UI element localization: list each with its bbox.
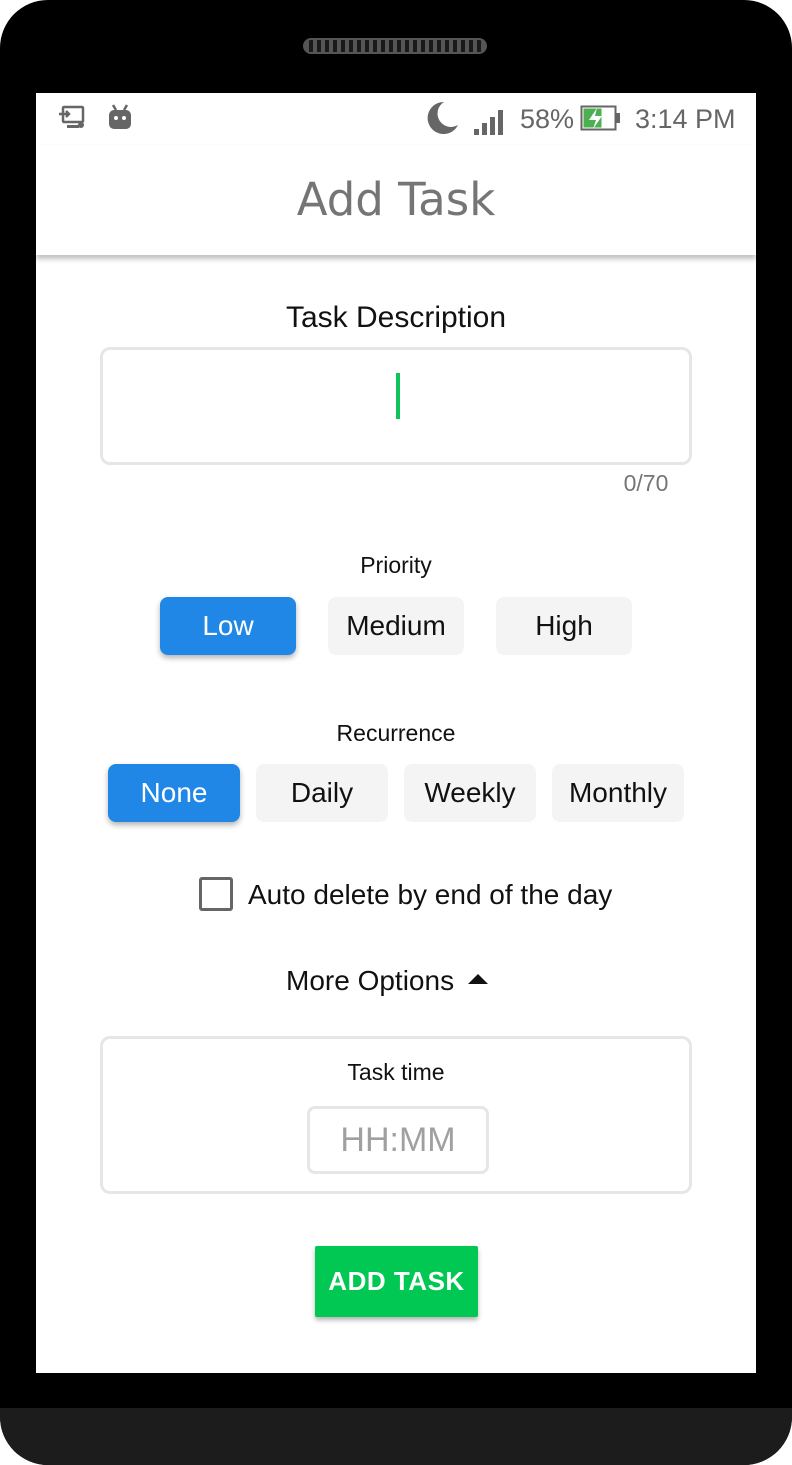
android-debug-icon xyxy=(107,103,133,138)
recurrence-weekly-button[interactable]: Weekly xyxy=(404,764,536,822)
text-cursor xyxy=(396,373,400,419)
task-time-panel: Task time xyxy=(100,1036,692,1194)
auto-delete-checkbox[interactable] xyxy=(199,877,233,911)
phone-frame: 58% 3:14 PM Add Task Task Description 0/… xyxy=(0,0,792,1465)
recurrence-daily-button[interactable]: Daily xyxy=(256,764,388,822)
battery-charging-icon xyxy=(580,104,622,139)
priority-label: Priority xyxy=(360,552,432,578)
task-time-input[interactable] xyxy=(307,1106,489,1174)
priority-medium-button[interactable]: Medium xyxy=(328,597,464,655)
auto-delete-label[interactable]: Auto delete by end of the day xyxy=(248,877,612,913)
page-title: Add Task xyxy=(296,173,496,226)
phone-speaker xyxy=(303,38,487,54)
app-bar: Add Task xyxy=(36,145,756,255)
caret-up-icon xyxy=(468,974,489,984)
task-time-label: Task time xyxy=(347,1059,445,1085)
recurrence-none-button[interactable]: None xyxy=(108,764,240,822)
recurrence-label: Recurrence xyxy=(336,720,456,746)
add-task-button[interactable]: ADD TASK xyxy=(315,1246,478,1317)
screen-cast-icon xyxy=(58,103,86,138)
priority-high-button[interactable]: High xyxy=(496,597,632,655)
recurrence-monthly-button[interactable]: Monthly xyxy=(552,764,684,822)
signal-icon xyxy=(472,103,510,144)
battery-percent: 58% xyxy=(520,104,575,134)
task-description-label: Task Description xyxy=(285,301,507,334)
app-screen: 58% 3:14 PM Add Task Task Description 0/… xyxy=(36,93,756,1373)
more-options-label: More Options xyxy=(286,965,455,996)
more-options-toggle[interactable]: More Options xyxy=(286,963,489,999)
priority-low-button[interactable]: Low xyxy=(160,597,296,655)
character-counter: 0/70 xyxy=(623,470,669,496)
moon-icon xyxy=(422,99,460,144)
phone-bottom-bezel xyxy=(0,1408,792,1465)
status-time: 3:14 PM xyxy=(635,104,736,134)
task-description-input[interactable] xyxy=(100,347,692,465)
status-bar: 58% 3:14 PM xyxy=(36,93,756,145)
